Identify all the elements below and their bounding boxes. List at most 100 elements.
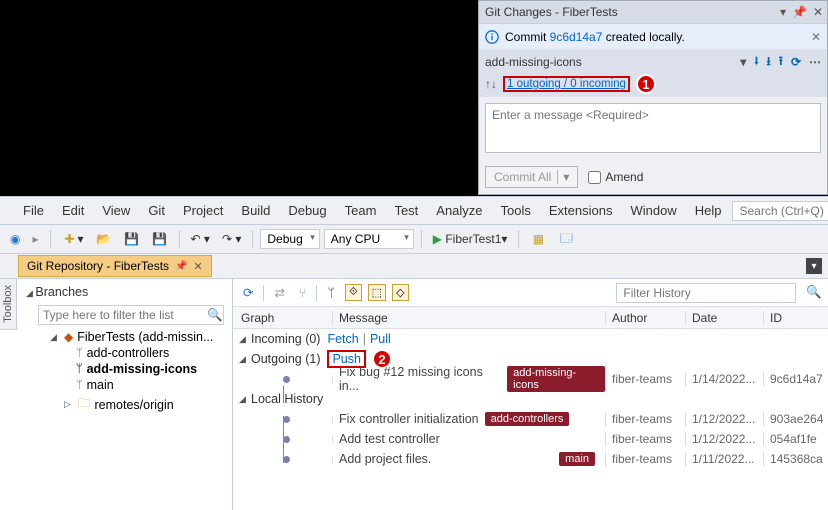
start-button[interactable]: ▶ FiberTest1 ▾ <box>429 229 512 249</box>
fetch-link[interactable]: Fetch <box>327 332 358 346</box>
col-message[interactable]: Message <box>333 311 606 325</box>
col-graph[interactable]: Graph <box>233 311 333 325</box>
info-close-icon[interactable]: ✕ <box>811 30 821 44</box>
save-button[interactable]: 💾 <box>120 228 144 250</box>
pin-icon[interactable]: 📌 <box>792 5 807 19</box>
tool-icon-1[interactable]: ▦ <box>526 228 550 250</box>
search-icon[interactable]: 🔍 <box>806 285 822 300</box>
commit-message-input[interactable] <box>485 103 821 153</box>
menu-analyze[interactable]: Analyze <box>429 199 489 222</box>
close-icon[interactable]: ✕ <box>813 5 823 19</box>
tab-close-icon[interactable]: ✕ <box>194 260 203 273</box>
menu-help[interactable]: Help <box>688 199 729 222</box>
tab-overflow-icon[interactable]: ▾ <box>806 258 822 274</box>
graph-node-icon <box>283 436 290 443</box>
current-branch[interactable]: add-missing-icons <box>485 55 582 69</box>
menu-test[interactable]: Test <box>387 199 425 222</box>
sync-icon[interactable]: ⟳ <box>791 55 801 69</box>
menu-view[interactable]: View <box>95 199 137 222</box>
dropdown-icon[interactable]: ▾ <box>780 5 786 19</box>
info-icon <box>485 30 499 44</box>
nav-fwd-button[interactable]: ▸ <box>28 229 42 249</box>
commit-row[interactable]: Fix bug #12 missing icons in...add-missi… <box>233 369 828 389</box>
branch-item-current[interactable]: ᛘ add-missing-icons <box>28 361 232 377</box>
col-author[interactable]: Author <box>606 311 686 325</box>
branch-row: add-missing-icons ▾ ⭭ ⭳ ⭱ ⟳ ⋯ <box>479 49 827 75</box>
commit-info-text: Commit 9c6d14a7 created locally. <box>505 30 685 44</box>
expand-icon[interactable]: ▷ <box>64 399 74 410</box>
commit-row[interactable]: Add project files.main fiber-teams 1/11/… <box>233 449 828 469</box>
branch-graph-icon[interactable]: ᛘ <box>323 284 339 302</box>
history-filter-input[interactable] <box>616 283 796 303</box>
save-all-button[interactable]: 💾 <box>148 228 172 250</box>
search-icon[interactable]: 🔍 <box>202 308 228 323</box>
platform-combo[interactable]: Any CPU <box>324 229 414 249</box>
fetch-icon[interactable]: ⭭ <box>754 52 758 73</box>
config-combo[interactable]: Debug <box>260 229 319 249</box>
push-icon[interactable]: ⭱ <box>779 52 783 73</box>
commit-hash-link[interactable]: 9c6d14a7 <box>550 30 603 44</box>
pull-link[interactable]: Pull <box>370 332 391 346</box>
branch-item[interactable]: ᛘ add-controllers <box>28 345 232 361</box>
quick-search-input[interactable] <box>732 201 828 221</box>
refresh-icon[interactable]: ⟳ <box>239 283 257 302</box>
expand-icon[interactable]: ◢ <box>50 332 60 343</box>
redo-button[interactable]: ↷ ▾ <box>218 229 245 249</box>
undo-button[interactable]: ↶ ▾ <box>187 229 214 249</box>
commit-all-button[interactable]: Commit All ▾ <box>485 166 578 188</box>
compare-icon[interactable]: ⇄ <box>270 283 288 302</box>
menu-team[interactable]: Team <box>338 199 384 222</box>
branches-pane: Branches 🔍 ◢ ◆ FiberTests (add-missin...… <box>18 279 233 510</box>
tab-git-repository[interactable]: Git Repository - FiberTests 📌 ✕ <box>18 255 212 277</box>
commit-info-bar: Commit 9c6d14a7 created locally. ✕ <box>479 23 827 49</box>
menu-project[interactable]: Project <box>176 199 230 222</box>
main-toolbar: ◉ ▸ ✚▾ 📂 💾 💾 ↶ ▾ ↷ ▾ Debug Any CPU ▶ Fib… <box>0 224 828 254</box>
panel-title: Git Changes - FiberTests <box>485 5 618 19</box>
repo-node[interactable]: ◢ ◆ FiberTests (add-missin... <box>28 329 232 345</box>
branches-filter: 🔍 <box>38 305 224 325</box>
branch-icon: ᛘ <box>76 363 83 375</box>
branch-item[interactable]: ᛘ main <box>28 377 232 393</box>
commit-row[interactable]: Fix controller initializationadd-control… <box>233 409 828 429</box>
col-id[interactable]: ID <box>764 311 828 325</box>
toggle-2[interactable]: ⬚ <box>368 284 386 301</box>
git-changes-panel: Git Changes - FiberTests ▾ 📌 ✕ Commit 9c… <box>478 0 828 195</box>
nav-back-button[interactable]: ◉ <box>6 229 24 249</box>
toggle-3[interactable]: ◇ <box>392 284 408 301</box>
merge-icon[interactable]: ⑂ <box>295 284 311 302</box>
menu-file[interactable]: File <box>16 199 51 222</box>
more-icon[interactable]: ⋯ <box>809 55 821 69</box>
menu-bar: File Edit View Git Project Build Debug T… <box>0 196 828 224</box>
branch-icon: ᛘ <box>76 379 83 391</box>
col-date[interactable]: Date <box>686 311 764 325</box>
amend-checkbox-input[interactable] <box>588 171 601 184</box>
pull-icon[interactable]: ⭳ <box>767 52 771 73</box>
branches-filter-input[interactable] <box>39 306 202 324</box>
sync-status-link[interactable]: 1 outgoing / 0 incoming <box>503 76 630 92</box>
commit-split-dropdown[interactable]: ▾ <box>557 170 569 184</box>
menu-tools[interactable]: Tools <box>494 199 538 222</box>
branch-dropdown-icon[interactable]: ▾ <box>740 55 746 69</box>
new-item-button[interactable]: ✚▾ <box>58 228 88 250</box>
folder-icon: 🗀 <box>78 394 91 415</box>
remotes-node[interactable]: ▷ 🗀 remotes/origin <box>28 393 232 416</box>
menu-debug[interactable]: Debug <box>281 199 333 222</box>
menu-edit[interactable]: Edit <box>55 199 91 222</box>
branch-icon: ᛘ <box>76 347 83 359</box>
commit-row[interactable]: Add test controller fiber-teams 1/12/202… <box>233 429 828 449</box>
toggle-1[interactable]: ⟐ <box>345 284 362 301</box>
tool-icon-2[interactable]: 🗔 <box>554 228 578 250</box>
menu-window[interactable]: Window <box>623 199 683 222</box>
toolbox-sidebar-tab[interactable]: Toolbox <box>0 278 17 330</box>
branches-header[interactable]: Branches <box>18 283 232 303</box>
document-tab-row: Git Repository - FiberTests 📌 ✕ ▾ <box>0 254 828 278</box>
menu-build[interactable]: Build <box>234 199 277 222</box>
open-button[interactable]: 📂 <box>92 228 116 250</box>
incoming-section[interactable]: ◢ Incoming (0) Fetch | Pull <box>233 329 828 349</box>
amend-checkbox[interactable]: Amend <box>588 170 643 184</box>
branch-tag: add-controllers <box>485 412 570 426</box>
tab-pin-icon[interactable]: 📌 <box>175 261 187 272</box>
menu-extensions[interactable]: Extensions <box>542 199 620 222</box>
sync-status-icon: ↑↓ <box>485 77 497 91</box>
menu-git[interactable]: Git <box>141 199 172 222</box>
